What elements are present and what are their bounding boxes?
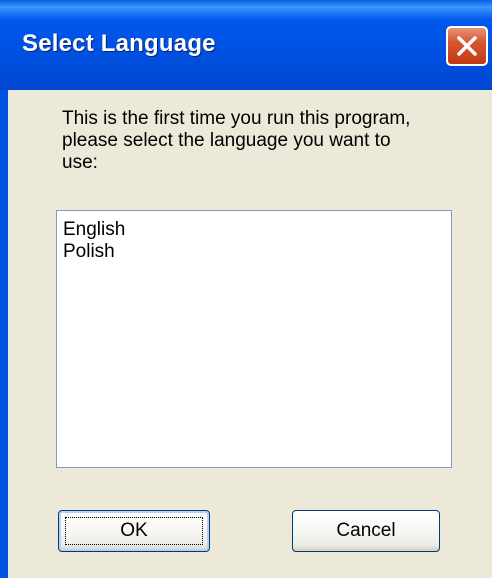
cancel-button[interactable]: Cancel [292, 510, 440, 552]
language-listbox[interactable]: English Polish [56, 210, 452, 468]
ok-button[interactable]: OK [58, 510, 210, 552]
focus-rectangle [65, 517, 203, 545]
close-icon [457, 36, 477, 56]
instruction-text: This is the first time you run this prog… [62, 108, 411, 173]
window-title: Select Language [22, 30, 216, 57]
close-button[interactable] [446, 26, 488, 66]
language-option-polish[interactable]: Polish [57, 241, 451, 263]
select-language-dialog: Select Language This is the first time y… [0, 0, 492, 578]
title-bar[interactable]: Select Language [0, 0, 492, 90]
dialog-body: This is the first time you run this prog… [8, 90, 492, 578]
cancel-button-label: Cancel [336, 520, 396, 541]
language-option-english[interactable]: English [57, 219, 451, 241]
